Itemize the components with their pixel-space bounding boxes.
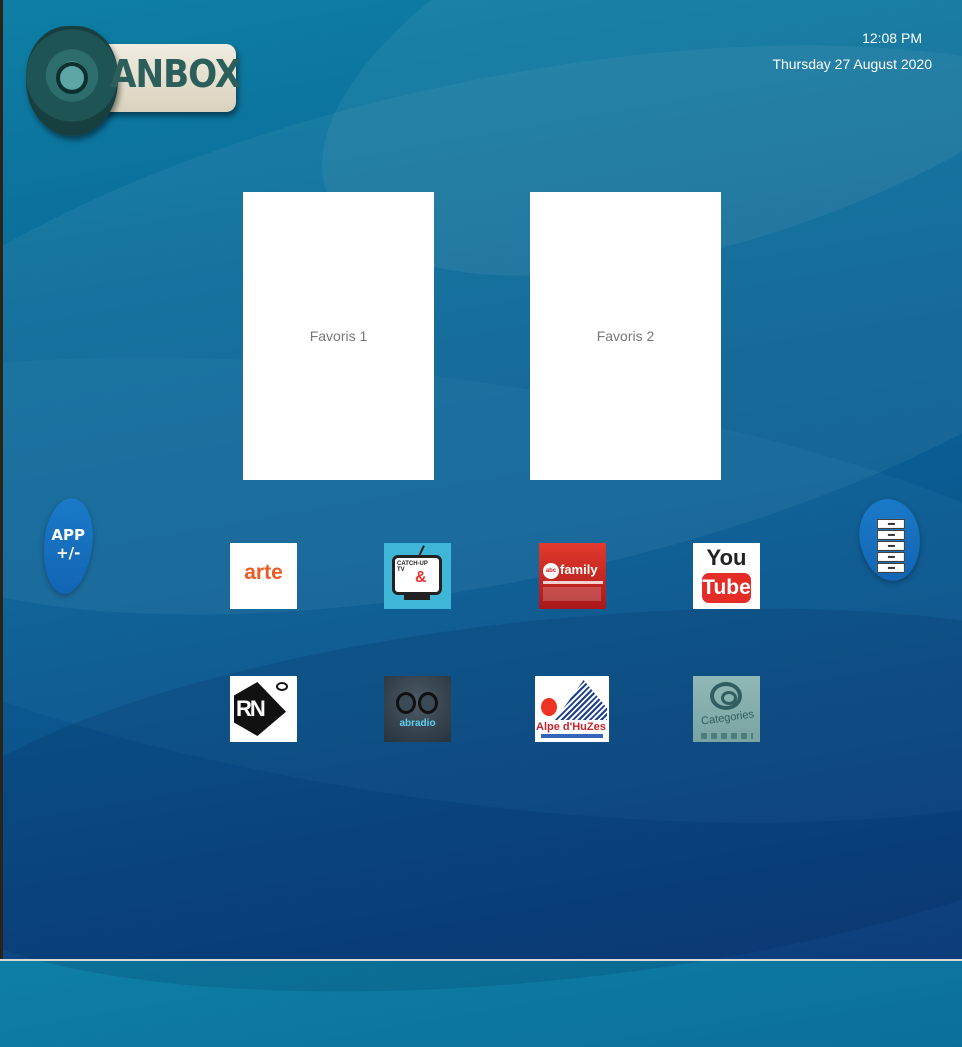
abc-family-label: family xyxy=(560,562,598,577)
app-tile-catch-up-tv[interactable]: CATCH-UP TV & xyxy=(384,543,451,609)
ampersand-label: & xyxy=(415,569,427,586)
categories-label: Categories xyxy=(700,708,755,728)
app-tile-categories[interactable]: Categories xyxy=(693,676,760,742)
media-icons-row xyxy=(701,733,753,739)
app-logo: ANBOX xyxy=(22,22,241,152)
abradio-label: abradio xyxy=(399,718,436,729)
gear-icon xyxy=(26,26,118,136)
abradio-a-icon xyxy=(396,692,416,714)
tv-icon: CATCH-UP TV & xyxy=(392,555,442,595)
mountain-icon xyxy=(555,680,607,720)
cyclist-icon xyxy=(541,698,557,716)
plus-minus-label: +/- xyxy=(56,544,81,563)
app-tile-rn[interactable]: RN xyxy=(230,676,297,742)
youtube-you-text: You xyxy=(706,545,747,570)
favorites-1-panel[interactable]: Favoris 1 xyxy=(243,192,434,480)
clock-time: 12:08 PM xyxy=(862,30,922,46)
abc-icon xyxy=(276,682,288,691)
rn-label: RN xyxy=(236,696,266,721)
categories-ring-icon xyxy=(710,682,742,710)
app-button-label: APP xyxy=(51,526,86,545)
tv-label: TV xyxy=(397,567,405,573)
alpe-dhuzes-label: Alpe d'HuZes xyxy=(536,721,606,733)
app-tile-arte[interactable]: arte xyxy=(230,543,297,609)
window-edge xyxy=(0,0,3,961)
arte-logo-text: arte xyxy=(244,561,283,584)
app-add-remove-button[interactable]: APP +/- xyxy=(39,495,97,597)
abc-badge: abc xyxy=(543,563,559,579)
drawers-icon xyxy=(876,518,905,574)
app-tile-abc-family[interactable]: abc family xyxy=(539,543,606,609)
clock-date: Thursday 27 August 2020 xyxy=(772,56,932,72)
favorites-2-label: Favoris 2 xyxy=(596,328,655,344)
abradio-b-icon xyxy=(418,692,438,714)
app-tile-abradio[interactable]: abradio xyxy=(384,676,451,742)
favorites-1-label: Favoris 1 xyxy=(309,328,368,344)
logo-text: ANBOX xyxy=(110,52,241,96)
favorites-2-panel[interactable]: Favoris 2 xyxy=(530,192,721,480)
clock: 12:08 PM Thursday 27 August 2020 xyxy=(772,30,932,72)
app-tile-alpe-dhuzes[interactable]: Alpe d'HuZes xyxy=(535,676,609,742)
youtube-tube-text: Tube xyxy=(702,573,751,603)
app-tile-youtube[interactable]: You Tube xyxy=(693,543,760,609)
drawers-button[interactable] xyxy=(854,495,926,585)
